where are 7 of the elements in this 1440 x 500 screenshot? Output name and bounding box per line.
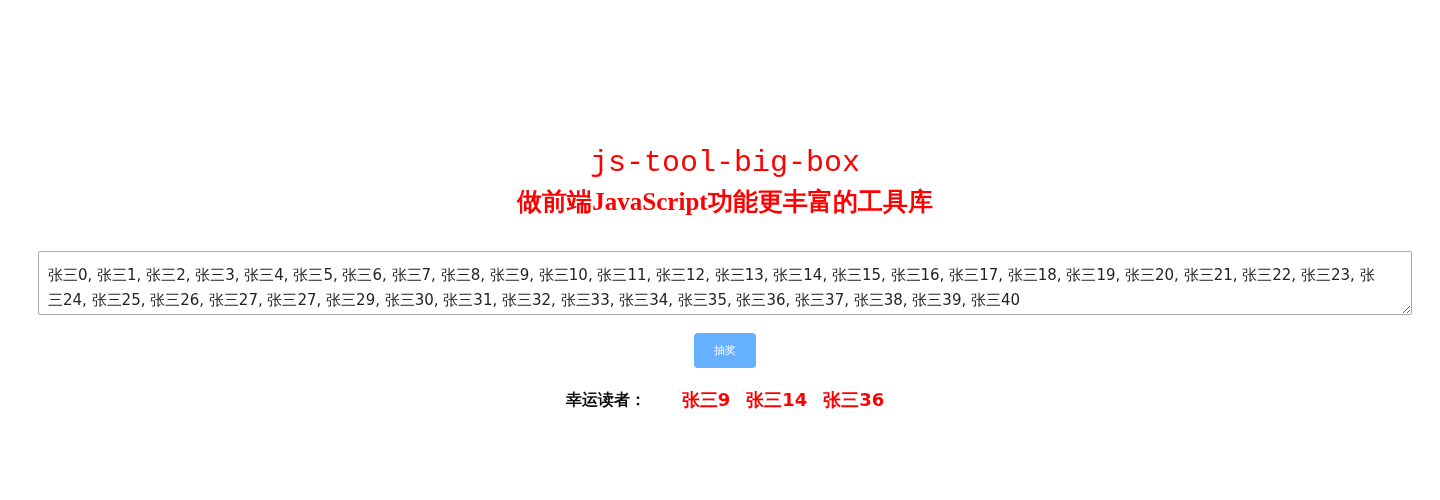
names-field[interactable]: 张三0, 张三1, 张三2, 张三3, 张三4, 张三5, 张三6, 张三7, 张三8, 张三9, 张三10, 张三11, 张三12, 张三13, 张三14, 张三15, 张三16, 张三17, 张三18, 张三19, 张三20, 张三21, 张三22, 张三23, 张三24, 张三25, 张三26, 张三27, 张三27, 张三29, 张三30, 张三31, 张三32, 张三33, 张三34, 张三35, 张三36, 张三37, 张三38, 张三39, 张三40 <box>38 251 1412 315</box>
page-title: js-tool-big-box <box>589 145 860 182</box>
page-subtitle: 做前端JavaScript功能更丰富的工具库 <box>517 187 933 217</box>
winner-name: 张三14 <box>746 388 808 412</box>
winners-label: 幸运读者： <box>565 389 646 411</box>
winner-name: 张三9 <box>681 388 731 412</box>
winner-name: 张三36 <box>823 388 885 412</box>
